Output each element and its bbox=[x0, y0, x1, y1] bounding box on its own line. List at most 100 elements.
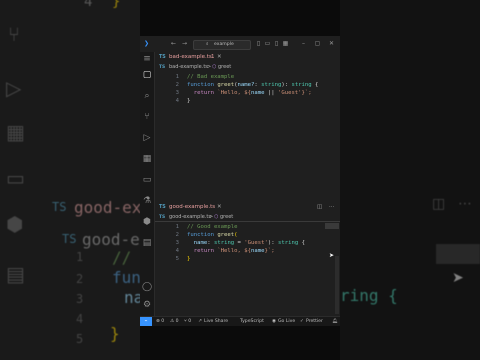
status-language[interactable]: TypeScript bbox=[240, 317, 264, 326]
line-number: 5 bbox=[175, 256, 179, 262]
tab-bad-example[interactable]: TS bad-example.ts 1 ✕ bbox=[155, 52, 230, 63]
close-icon[interactable]: ✕ bbox=[328, 40, 335, 47]
ts-file-icon: TS bbox=[159, 55, 166, 60]
extensions-icon[interactable]: ▦ bbox=[142, 154, 152, 164]
minimize-icon[interactable]: – bbox=[300, 40, 307, 47]
explorer-icon[interactable]: ▢ bbox=[142, 70, 152, 80]
status-go-live[interactable]: Go Live bbox=[278, 317, 295, 326]
code-line[interactable]: 1 // Good example bbox=[155, 223, 340, 231]
status-warnings[interactable]: ⚠ 0 bbox=[170, 317, 179, 326]
code-token: = bbox=[234, 240, 245, 246]
toggle-secondary-sidebar-icon[interactable]: ▯ bbox=[273, 40, 280, 47]
bottom-tab-bar: TS good-example.ts ✕ ◫ ⋯ bbox=[155, 202, 340, 213]
bottom-code-view[interactable]: 1 // Good example 2 function greet(3 name: … bbox=[155, 223, 340, 263]
tab-label: good-example.ts bbox=[169, 204, 216, 210]
node-icon[interactable]: ⬢ bbox=[142, 217, 152, 227]
code-token: string bbox=[291, 82, 312, 88]
test-icon[interactable]: ⚗ bbox=[142, 196, 152, 206]
source-control-icon[interactable]: ⑂ bbox=[142, 112, 152, 122]
bg-comment: // G bbox=[112, 248, 140, 267]
breadcrumb-file[interactable]: bad-example.ts bbox=[169, 63, 208, 72]
code-token: greet bbox=[217, 232, 235, 238]
status-bar: ⌁ ⊗ 0 ⚠ 0 ⑂ 0 ↗ Live Share TypeScript ◉ … bbox=[140, 316, 340, 326]
code-token: : bbox=[207, 240, 214, 246]
mouse-cursor-icon: ➤ bbox=[329, 252, 335, 259]
code-line[interactable]: 5} bbox=[155, 255, 340, 263]
split-editor-icon[interactable]: ◫ bbox=[317, 202, 322, 213]
background-left-panel: 4 } ⑂ ▷ ▦ ▭ ⬢ ▤ TS good-examp TS good-ex… bbox=[0, 0, 140, 360]
command-center-search[interactable]: ⌕ example bbox=[193, 40, 251, 50]
tab-good-example[interactable]: TS good-example.ts ✕ bbox=[155, 202, 230, 213]
code-line[interactable]: 4 return `Hello, ${name}`; bbox=[155, 247, 340, 255]
tab-close-icon[interactable]: ✕ bbox=[217, 202, 222, 213]
bg-node-icon: ⬢ bbox=[6, 212, 24, 236]
code-token: ): bbox=[281, 82, 292, 88]
bg-remote-icon: ▭ bbox=[6, 166, 25, 190]
tab-close-icon[interactable]: ✕ bbox=[217, 52, 222, 63]
code-line[interactable]: 4} bbox=[155, 97, 340, 105]
search-activity-icon[interactable]: ⌕ bbox=[142, 91, 152, 101]
breadcrumb-separator: > bbox=[207, 64, 212, 70]
bg-debug-icon: ▷ bbox=[6, 76, 22, 100]
bg-ln-4: 4 bbox=[76, 312, 84, 326]
vscode-logo-icon: ❯ bbox=[143, 40, 150, 47]
code-line[interactable]: 1 // Bad example bbox=[155, 73, 340, 81]
minimap-slider[interactable] bbox=[325, 223, 339, 229]
tab-label: bad-example.ts bbox=[169, 54, 212, 60]
code-token: 'Guest' bbox=[244, 240, 268, 246]
activity-bar: ≡ ▢ ⌕ ⑂ ▷ ▦ ▭ ⚗ ⬢ ▤ ◯ ⚙ bbox=[140, 52, 155, 316]
code-token: }`; bbox=[264, 248, 275, 254]
breadcrumb-symbol[interactable]: greet bbox=[218, 63, 231, 72]
code-token: || bbox=[264, 90, 278, 96]
bg-name: na bbox=[124, 288, 140, 307]
scrollbar[interactable] bbox=[335, 256, 339, 314]
run-debug-icon[interactable]: ▷ bbox=[142, 133, 152, 143]
vscode-window: ❯ ← → ⌕ example ▯ ▭ ▯ ▦ – ▢ ✕ ≡ ▢ ⌕ ⑂ ▷ … bbox=[140, 36, 340, 326]
top-breadcrumb: TS bad-example.ts > ⬡ greet bbox=[155, 63, 340, 72]
breadcrumb-function-icon: ⬡ bbox=[212, 64, 217, 70]
bg-tab-label-2: good-exa bbox=[82, 230, 140, 249]
code-line[interactable]: 3 name: string = 'Guest'): string { bbox=[155, 239, 340, 247]
bg-ln-1: 1 bbox=[76, 250, 84, 264]
maximize-icon[interactable]: ▢ bbox=[314, 40, 321, 47]
bg-func: func bbox=[112, 268, 140, 287]
status-prettier[interactable]: Prettier bbox=[306, 317, 323, 326]
code-token: `Hello, ${ bbox=[217, 248, 251, 254]
status-errors[interactable]: ⊗ 0 bbox=[156, 317, 164, 326]
remote-explorer-icon[interactable]: ▭ bbox=[142, 175, 152, 185]
toggle-panel-icon[interactable]: ▭ bbox=[264, 40, 271, 47]
forward-arrow-icon[interactable]: → bbox=[181, 40, 188, 47]
code-token: 'Guest' bbox=[277, 90, 302, 96]
notifications-icon[interactable]: 🔔︎ bbox=[332, 317, 338, 326]
more-actions-icon[interactable]: ⋯ bbox=[329, 202, 335, 213]
code-line[interactable]: 3 return `Hello, ${name || 'Guest'}`; bbox=[155, 89, 340, 97]
code-token: greet bbox=[217, 82, 235, 88]
line-number: 2 bbox=[175, 232, 179, 238]
search-icon: ⌕ bbox=[206, 42, 209, 47]
bg-brace-bottom: } bbox=[110, 324, 120, 343]
code-line[interactable]: 2 function greet( bbox=[155, 231, 340, 239]
account-icon[interactable]: ◯ bbox=[142, 282, 152, 292]
bg-ln-3: 3 bbox=[76, 292, 84, 306]
remote-indicator[interactable]: ⌁ bbox=[140, 317, 152, 326]
settings-gear-icon[interactable]: ⚙ bbox=[142, 300, 152, 310]
customize-layout-icon[interactable]: ▦ bbox=[282, 40, 289, 47]
menu-icon[interactable]: ≡ bbox=[142, 54, 152, 64]
back-arrow-icon[interactable]: ← bbox=[170, 40, 177, 47]
bg-ln-2: 2 bbox=[76, 272, 84, 286]
line-number: 3 bbox=[175, 90, 179, 96]
bg-ln-5: 5 bbox=[76, 332, 84, 346]
top-code-view[interactable]: 1// Bad example 2 function greet(name?: st… bbox=[155, 73, 340, 105]
status-live-share[interactable]: Live Share bbox=[204, 317, 228, 326]
bg-extensions-icon: ▦ bbox=[6, 120, 25, 144]
bg-split-icon: ◫ bbox=[432, 196, 446, 212]
status-ports[interactable]: ⑂ 0 bbox=[184, 317, 191, 326]
code-line[interactable]: 2 function greet(name?: string): string { bbox=[155, 81, 340, 89]
search-text: example bbox=[214, 42, 234, 47]
docker-icon[interactable]: ▤ bbox=[142, 238, 152, 248]
line-number: 3 bbox=[175, 240, 179, 246]
toggle-sidebar-icon[interactable]: ▯ bbox=[255, 40, 262, 47]
code-token: // Good example bbox=[187, 224, 238, 230]
pane-divider[interactable] bbox=[155, 221, 340, 222]
code-token: `Hello, ${ bbox=[217, 90, 251, 96]
